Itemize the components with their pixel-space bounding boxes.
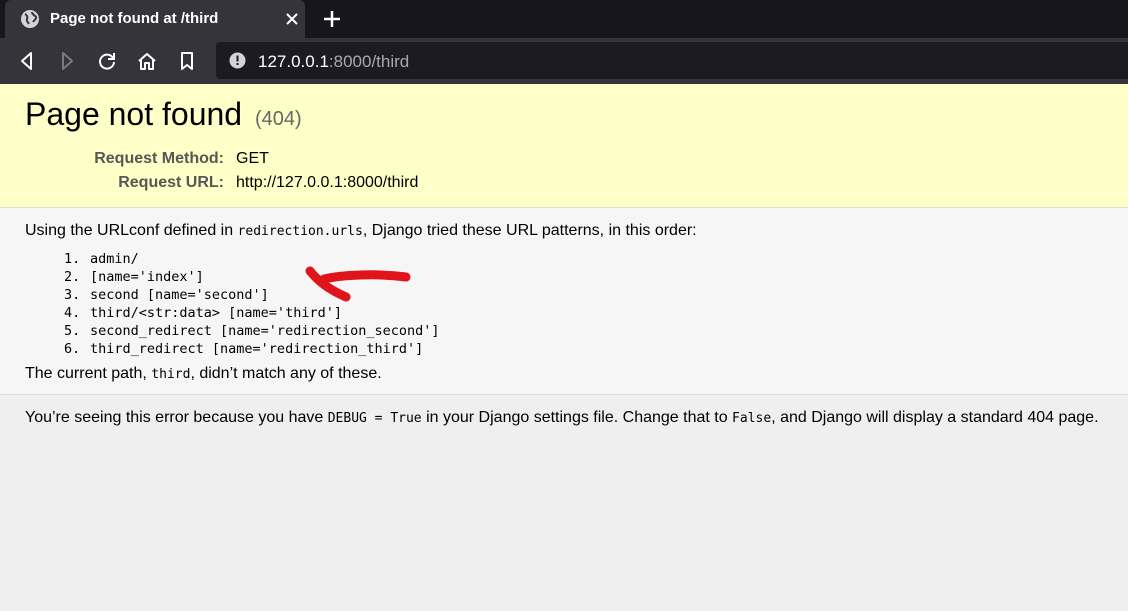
current-text-before: The current path, [25,365,152,382]
red-arrow-annotation [305,266,411,302]
tab-bar: Page not found at /third [0,0,1128,38]
navigation-bar: 127.0.0.1:8000/third [0,38,1128,84]
urlconf-info: Using the URLconf defined in redirection… [0,208,1128,395]
reload-icon[interactable] [96,50,118,72]
forward-icon[interactable] [56,50,78,72]
url-pattern-item: 6. third_redirect [name='redirection_thir… [64,340,440,358]
current-path: third [151,367,191,382]
back-icon[interactable] [16,50,38,72]
pattern-number: 3. [64,287,81,303]
urlconf-intro: Using the URLconf defined in redirection… [25,222,697,240]
url-rest: :8000/third [328,52,410,71]
info-icon[interactable] [229,52,246,69]
pattern-number: 6. [64,341,81,357]
url-text[interactable]: 127.0.0.1:8000/third [258,52,409,72]
pattern-text: [name='index'] [90,269,204,285]
error-summary: Page not found (404) Request Method: GET… [0,84,1128,208]
intro-text-after: , Django tried these URL patterns, in th… [362,222,697,239]
pattern-text: admin/ [90,251,139,267]
page-content: Page not found (404) Request Method: GET… [0,84,1128,611]
page-title: Page not found (404) [25,96,302,133]
request-method-value: GET [236,150,269,167]
url-pattern-item: 5. second_redirect [name='redirection_sec… [64,322,440,340]
debug-setting-code: DEBUG = True [327,411,422,426]
pattern-number: 1. [64,251,81,267]
debug-explanation: You’re seeing this error because you hav… [25,409,1099,427]
status-code: (404) [254,108,302,130]
request-method-label: Request Method: [94,150,224,167]
globe-icon [21,10,39,28]
home-icon[interactable] [136,50,158,72]
bookmark-icon[interactable] [176,50,198,72]
close-tab-icon[interactable] [283,10,301,28]
pattern-text: second [name='second'] [90,287,269,303]
urlconf-name: redirection.urls [237,224,363,239]
explanation-text-3: , and Django will display a standard 404… [771,409,1099,426]
pattern-text: third_redirect [name='redirection_third'… [90,341,424,357]
pattern-number: 5. [64,323,81,339]
page-title-text: Page not found [25,96,243,132]
new-tab-icon[interactable] [321,8,343,30]
false-code: False [732,411,772,426]
current-path-message: The current path, third, didn’t match an… [25,365,382,383]
browser-tab[interactable]: Page not found at /third [5,0,305,38]
pattern-number: 2. [64,269,81,285]
request-url-label: Request URL: [118,174,224,191]
url-host: 127.0.0.1 [258,52,329,71]
pattern-number: 4. [64,305,81,321]
current-text-after: , didn’t match any of these. [190,365,382,382]
intro-text-before: Using the URLconf defined in [25,222,238,239]
explanation-text-2: in your Django settings file. Change tha… [421,409,733,426]
pattern-text: second_redirect [name='redirection_secon… [90,323,440,339]
request-url-value: http://127.0.0.1:8000/third [236,174,419,191]
explanation-text-1: You’re seeing this error because you hav… [25,409,328,426]
tab-title: Page not found at /third [50,10,219,27]
address-bar[interactable]: 127.0.0.1:8000/third [216,42,1128,79]
